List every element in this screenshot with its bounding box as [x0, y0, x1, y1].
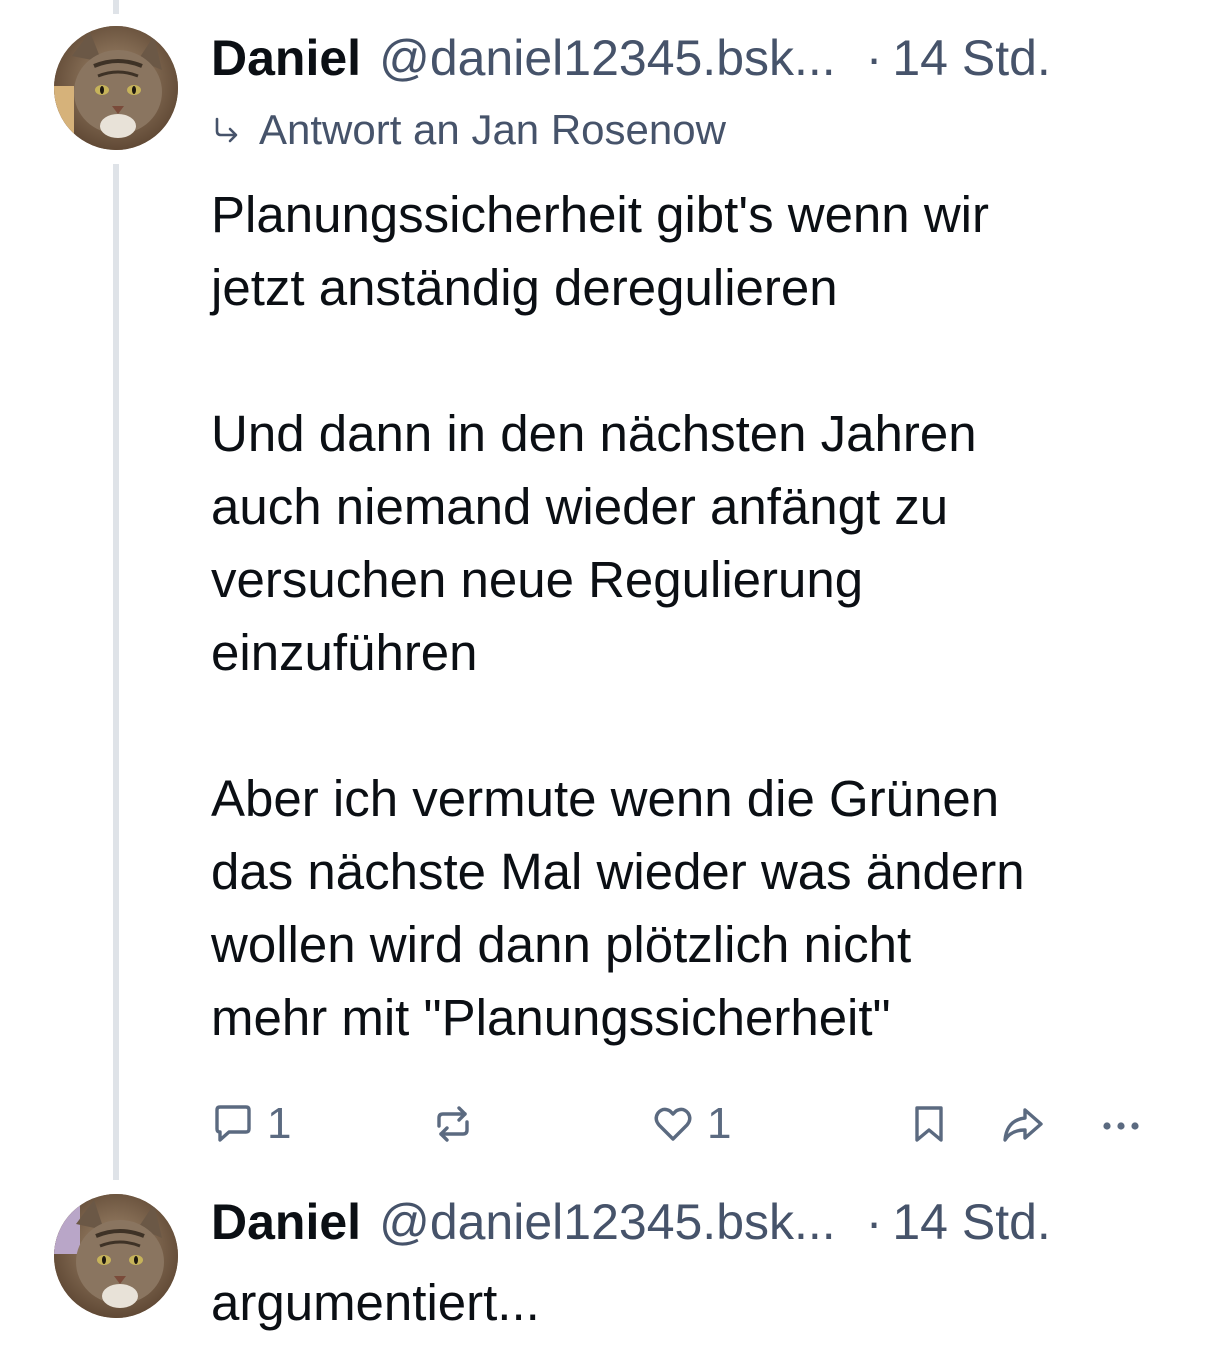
bookmark-icon — [915, 1106, 943, 1142]
heart-icon — [654, 1107, 692, 1141]
post-actions: 1 1 — [211, 1096, 1161, 1152]
like-button[interactable]: 1 — [651, 1096, 731, 1152]
reply-to-label: Antwort an Jan Rosenow — [259, 106, 726, 153]
bookmark-button[interactable] — [907, 1096, 951, 1152]
post-text: Planungssicherheit gibt's wenn wir jetzt… — [211, 186, 1025, 1046]
separator-dot: · — [865, 1194, 883, 1250]
reply-to[interactable]: Antwort an Jan Rosenow — [211, 104, 1171, 156]
comment-icon — [215, 1105, 251, 1142]
share-button[interactable] — [1001, 1096, 1045, 1152]
avatar[interactable] — [54, 1194, 178, 1318]
like-count: 1 — [707, 1099, 732, 1148]
post-text: argumentiert... — [211, 1274, 540, 1331]
more-button[interactable] — [1099, 1096, 1143, 1152]
post[interactable]: Daniel @daniel12345.bsk... · 14 Std. arg… — [0, 1180, 1206, 1359]
more-icon — [1103, 1122, 1139, 1130]
author-name[interactable]: Daniel — [211, 28, 361, 88]
post[interactable]: Daniel @daniel12345.bsk... · 14 Std. Ant… — [0, 0, 1206, 1180]
avatar[interactable] — [54, 26, 178, 150]
share-icon — [1003, 1108, 1043, 1142]
reply-count: 1 — [267, 1099, 292, 1148]
post-header: Daniel @daniel12345.bsk... · 14 Std. — [211, 1192, 1171, 1252]
repost-icon — [437, 1106, 469, 1142]
author-handle[interactable]: @daniel12345.bsk... — [379, 1192, 836, 1252]
post-header: Daniel @daniel12345.bsk... · 14 Std. — [211, 28, 1171, 88]
author-name[interactable]: Daniel — [211, 1192, 361, 1252]
post-time[interactable]: 14 Std. — [892, 28, 1050, 88]
author-handle[interactable]: @daniel12345.bsk... — [379, 28, 836, 88]
reply-arrow-icon — [215, 117, 238, 143]
post-time[interactable]: 14 Std. — [892, 1192, 1050, 1252]
separator-dot: · — [865, 30, 883, 86]
reply-button[interactable]: 1 — [211, 1096, 291, 1152]
repost-button[interactable] — [431, 1096, 475, 1152]
